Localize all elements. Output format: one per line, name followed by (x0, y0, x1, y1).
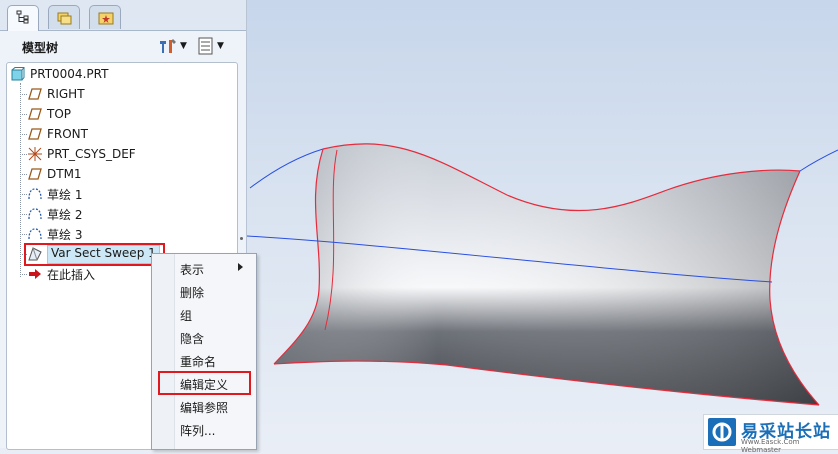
sweep-surface-model (246, 143, 838, 406)
tree-item[interactable]: PRT_CSYS_DEF (27, 145, 136, 163)
splitter-grip[interactable] (240, 237, 243, 240)
submenu-arrow-icon (238, 263, 243, 271)
tree-branch (20, 94, 27, 95)
tree-item-label: 草绘 3 (47, 227, 83, 242)
tree-item-label: 草绘 2 (47, 207, 83, 222)
menu-icon-gutter (152, 254, 175, 449)
tree-item[interactable]: 草绘 2 (27, 205, 82, 223)
datum-plane-icon (27, 166, 43, 182)
menu-item-delete[interactable]: 删除 (180, 284, 204, 301)
insert-here-item[interactable]: 在此插入 (27, 265, 95, 283)
tree-item-label: 草绘 1 (47, 187, 83, 202)
menu-item-edit-references[interactable]: 编辑参照 (180, 399, 228, 416)
tree-branch (20, 194, 27, 195)
tree-item[interactable]: RIGHT (27, 85, 85, 103)
favorites-tab[interactable] (89, 5, 121, 29)
menu-item-group[interactable]: 组 (180, 307, 192, 324)
panel-tab-bar (0, 0, 246, 31)
highlight-box (24, 243, 165, 266)
folders-icon (57, 12, 72, 25)
context-menu: 表示 删除 组 隐含 重命名 编辑定义 编辑参照 阵列... (151, 253, 257, 450)
tree-item[interactable]: FRONT (27, 125, 88, 143)
tree-branch (20, 174, 27, 175)
tree-item-label: 在此插入 (47, 267, 96, 282)
chevron-down-icon: ▼ (217, 41, 224, 51)
menu-item-pattern[interactable]: 阵列... (180, 422, 215, 439)
watermark-subtitle: Www.Easck.Com Webmaster (741, 438, 800, 454)
tree-root-item[interactable]: PRT0004.PRT (10, 65, 108, 83)
sketch-icon (27, 186, 43, 202)
settings-button[interactable]: ▼ (158, 35, 187, 57)
datum-plane-icon (27, 106, 43, 122)
model-tree-tab[interactable] (7, 5, 39, 31)
insert-arrow-icon (27, 266, 43, 282)
menu-item-suppress[interactable]: 隐含 (180, 330, 204, 347)
tree-item[interactable]: 草绘 1 (27, 185, 82, 203)
tree-branch (20, 134, 27, 135)
watermark-logo (708, 418, 736, 446)
tree-branch (20, 154, 27, 155)
datum-plane-icon (27, 86, 43, 102)
tree-branch (20, 114, 27, 115)
tree-item-label: TOP (47, 107, 72, 121)
tree-connector (20, 83, 21, 277)
model-tree-title: 模型树 (22, 41, 59, 55)
tree-branch (20, 274, 27, 275)
part-icon (10, 66, 26, 82)
sketch-icon (27, 226, 43, 242)
tree-item[interactable]: 草绘 3 (27, 225, 82, 243)
watermark: 易采站长站 Www.Easck.Com Webmaster (703, 414, 838, 454)
menu-item-display[interactable]: 表示 (180, 261, 204, 278)
tree-item[interactable]: DTM1 (27, 165, 82, 183)
tree-item-label: RIGHT (47, 87, 85, 101)
tree-branch (20, 214, 27, 215)
datum-plane-icon (27, 126, 43, 142)
tree-structure-icon (16, 10, 29, 24)
tree-item-label: PRT_CSYS_DEF (47, 147, 136, 161)
highlight-box (158, 371, 251, 395)
sketch-icon (27, 206, 43, 222)
tree-root-label: PRT0004.PRT (30, 67, 109, 81)
layers-tab[interactable] (48, 5, 80, 29)
chevron-down-icon: ▼ (180, 41, 187, 51)
tree-item-label: FRONT (47, 127, 88, 141)
list-view-icon (198, 37, 213, 55)
show-options-button[interactable]: ▼ (197, 35, 224, 57)
coordinate-system-icon (27, 146, 43, 162)
tree-item-label: DTM1 (47, 167, 82, 181)
tree-branch (20, 234, 27, 235)
menu-item-rename[interactable]: 重命名 (180, 353, 216, 370)
graphics-viewport[interactable] (246, 0, 838, 448)
favorites-folder-icon (98, 12, 114, 25)
tools-icon (160, 39, 176, 53)
tree-item[interactable]: TOP (27, 105, 71, 123)
